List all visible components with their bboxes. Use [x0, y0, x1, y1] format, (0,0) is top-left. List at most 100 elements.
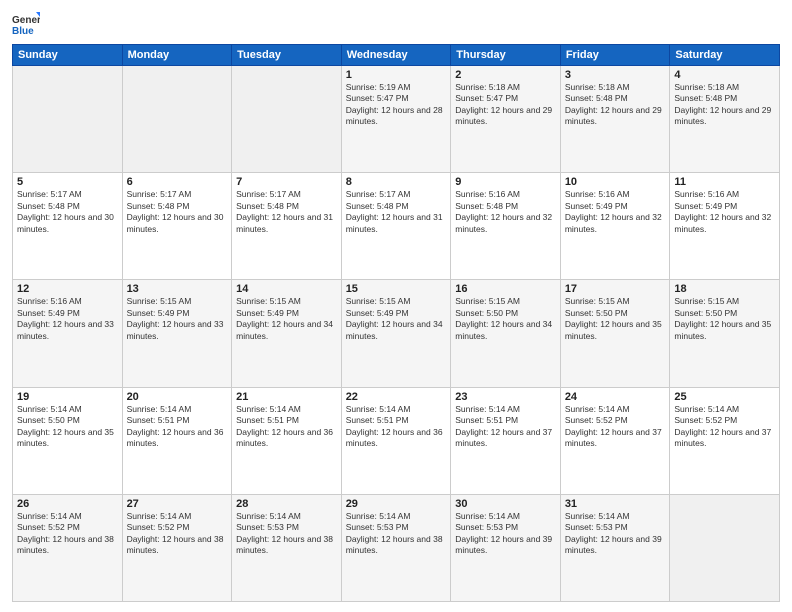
- day-info: Sunrise: 5:14 AM Sunset: 5:51 PM Dayligh…: [346, 404, 447, 450]
- day-cell: 20Sunrise: 5:14 AM Sunset: 5:51 PM Dayli…: [122, 387, 232, 494]
- day-info: Sunrise: 5:16 AM Sunset: 5:49 PM Dayligh…: [674, 189, 775, 235]
- day-number: 23: [455, 391, 556, 403]
- day-info: Sunrise: 5:17 AM Sunset: 5:48 PM Dayligh…: [17, 189, 118, 235]
- day-header-saturday: Saturday: [670, 45, 780, 66]
- day-number: 12: [17, 283, 118, 295]
- day-cell: 27Sunrise: 5:14 AM Sunset: 5:52 PM Dayli…: [122, 494, 232, 601]
- day-header-row: SundayMondayTuesdayWednesdayThursdayFrid…: [13, 45, 780, 66]
- day-info: Sunrise: 5:15 AM Sunset: 5:50 PM Dayligh…: [674, 296, 775, 342]
- calendar-table: SundayMondayTuesdayWednesdayThursdayFrid…: [12, 44, 780, 602]
- day-number: 3: [565, 69, 666, 81]
- day-info: Sunrise: 5:15 AM Sunset: 5:49 PM Dayligh…: [346, 296, 447, 342]
- day-info: Sunrise: 5:14 AM Sunset: 5:52 PM Dayligh…: [127, 511, 228, 557]
- day-cell: 4Sunrise: 5:18 AM Sunset: 5:48 PM Daylig…: [670, 66, 780, 173]
- day-cell: 8Sunrise: 5:17 AM Sunset: 5:48 PM Daylig…: [341, 173, 451, 280]
- day-cell: 30Sunrise: 5:14 AM Sunset: 5:53 PM Dayli…: [451, 494, 561, 601]
- week-row-1: 1Sunrise: 5:19 AM Sunset: 5:47 PM Daylig…: [13, 66, 780, 173]
- day-number: 18: [674, 283, 775, 295]
- week-row-4: 19Sunrise: 5:14 AM Sunset: 5:50 PM Dayli…: [13, 387, 780, 494]
- day-info: Sunrise: 5:14 AM Sunset: 5:50 PM Dayligh…: [17, 404, 118, 450]
- day-info: Sunrise: 5:14 AM Sunset: 5:52 PM Dayligh…: [674, 404, 775, 450]
- day-cell: 25Sunrise: 5:14 AM Sunset: 5:52 PM Dayli…: [670, 387, 780, 494]
- day-number: 31: [565, 498, 666, 510]
- day-info: Sunrise: 5:16 AM Sunset: 5:49 PM Dayligh…: [17, 296, 118, 342]
- day-number: 14: [236, 283, 337, 295]
- day-number: 7: [236, 176, 337, 188]
- day-number: 5: [17, 176, 118, 188]
- day-info: Sunrise: 5:16 AM Sunset: 5:48 PM Dayligh…: [455, 189, 556, 235]
- day-info: Sunrise: 5:14 AM Sunset: 5:51 PM Dayligh…: [127, 404, 228, 450]
- day-info: Sunrise: 5:14 AM Sunset: 5:53 PM Dayligh…: [565, 511, 666, 557]
- logo: General Blue: [12, 10, 40, 38]
- day-number: 29: [346, 498, 447, 510]
- logo-container: General Blue: [12, 10, 40, 38]
- day-header-tuesday: Tuesday: [232, 45, 342, 66]
- day-cell: 9Sunrise: 5:16 AM Sunset: 5:48 PM Daylig…: [451, 173, 561, 280]
- day-cell: 28Sunrise: 5:14 AM Sunset: 5:53 PM Dayli…: [232, 494, 342, 601]
- svg-text:General: General: [12, 15, 40, 26]
- day-info: Sunrise: 5:18 AM Sunset: 5:47 PM Dayligh…: [455, 82, 556, 128]
- day-cell: 3Sunrise: 5:18 AM Sunset: 5:48 PM Daylig…: [560, 66, 670, 173]
- day-info: Sunrise: 5:14 AM Sunset: 5:52 PM Dayligh…: [17, 511, 118, 557]
- day-cell: [232, 66, 342, 173]
- day-number: 27: [127, 498, 228, 510]
- day-number: 11: [674, 176, 775, 188]
- day-info: Sunrise: 5:15 AM Sunset: 5:49 PM Dayligh…: [236, 296, 337, 342]
- day-info: Sunrise: 5:14 AM Sunset: 5:52 PM Dayligh…: [565, 404, 666, 450]
- week-row-5: 26Sunrise: 5:14 AM Sunset: 5:52 PM Dayli…: [13, 494, 780, 601]
- logo-bird-icon: General Blue: [12, 10, 40, 38]
- day-number: 16: [455, 283, 556, 295]
- day-number: 17: [565, 283, 666, 295]
- day-info: Sunrise: 5:15 AM Sunset: 5:50 PM Dayligh…: [455, 296, 556, 342]
- day-number: 4: [674, 69, 775, 81]
- day-number: 26: [17, 498, 118, 510]
- day-cell: 26Sunrise: 5:14 AM Sunset: 5:52 PM Dayli…: [13, 494, 123, 601]
- day-cell: 24Sunrise: 5:14 AM Sunset: 5:52 PM Dayli…: [560, 387, 670, 494]
- day-info: Sunrise: 5:14 AM Sunset: 5:51 PM Dayligh…: [455, 404, 556, 450]
- day-cell: 6Sunrise: 5:17 AM Sunset: 5:48 PM Daylig…: [122, 173, 232, 280]
- day-cell: 14Sunrise: 5:15 AM Sunset: 5:49 PM Dayli…: [232, 280, 342, 387]
- day-number: 21: [236, 391, 337, 403]
- day-info: Sunrise: 5:17 AM Sunset: 5:48 PM Dayligh…: [346, 189, 447, 235]
- day-number: 1: [346, 69, 447, 81]
- day-cell: [122, 66, 232, 173]
- day-number: 13: [127, 283, 228, 295]
- day-header-wednesday: Wednesday: [341, 45, 451, 66]
- day-info: Sunrise: 5:15 AM Sunset: 5:49 PM Dayligh…: [127, 296, 228, 342]
- day-cell: 19Sunrise: 5:14 AM Sunset: 5:50 PM Dayli…: [13, 387, 123, 494]
- day-number: 30: [455, 498, 556, 510]
- day-cell: 31Sunrise: 5:14 AM Sunset: 5:53 PM Dayli…: [560, 494, 670, 601]
- day-cell: [670, 494, 780, 601]
- day-number: 6: [127, 176, 228, 188]
- day-info: Sunrise: 5:16 AM Sunset: 5:49 PM Dayligh…: [565, 189, 666, 235]
- day-header-sunday: Sunday: [13, 45, 123, 66]
- week-row-2: 5Sunrise: 5:17 AM Sunset: 5:48 PM Daylig…: [13, 173, 780, 280]
- day-cell: 16Sunrise: 5:15 AM Sunset: 5:50 PM Dayli…: [451, 280, 561, 387]
- day-cell: 21Sunrise: 5:14 AM Sunset: 5:51 PM Dayli…: [232, 387, 342, 494]
- week-row-3: 12Sunrise: 5:16 AM Sunset: 5:49 PM Dayli…: [13, 280, 780, 387]
- day-info: Sunrise: 5:18 AM Sunset: 5:48 PM Dayligh…: [565, 82, 666, 128]
- day-cell: [13, 66, 123, 173]
- day-info: Sunrise: 5:14 AM Sunset: 5:53 PM Dayligh…: [346, 511, 447, 557]
- day-info: Sunrise: 5:18 AM Sunset: 5:48 PM Dayligh…: [674, 82, 775, 128]
- day-cell: 11Sunrise: 5:16 AM Sunset: 5:49 PM Dayli…: [670, 173, 780, 280]
- day-number: 2: [455, 69, 556, 81]
- day-info: Sunrise: 5:14 AM Sunset: 5:51 PM Dayligh…: [236, 404, 337, 450]
- day-cell: 29Sunrise: 5:14 AM Sunset: 5:53 PM Dayli…: [341, 494, 451, 601]
- day-cell: 13Sunrise: 5:15 AM Sunset: 5:49 PM Dayli…: [122, 280, 232, 387]
- day-info: Sunrise: 5:17 AM Sunset: 5:48 PM Dayligh…: [236, 189, 337, 235]
- day-number: 10: [565, 176, 666, 188]
- day-number: 20: [127, 391, 228, 403]
- day-number: 15: [346, 283, 447, 295]
- calendar-page: General Blue SundayMondayTuesdayWednesda…: [0, 0, 792, 612]
- day-cell: 7Sunrise: 5:17 AM Sunset: 5:48 PM Daylig…: [232, 173, 342, 280]
- day-info: Sunrise: 5:15 AM Sunset: 5:50 PM Dayligh…: [565, 296, 666, 342]
- day-cell: 22Sunrise: 5:14 AM Sunset: 5:51 PM Dayli…: [341, 387, 451, 494]
- day-header-thursday: Thursday: [451, 45, 561, 66]
- svg-text:Blue: Blue: [12, 26, 34, 37]
- day-header-friday: Friday: [560, 45, 670, 66]
- day-info: Sunrise: 5:19 AM Sunset: 5:47 PM Dayligh…: [346, 82, 447, 128]
- day-cell: 15Sunrise: 5:15 AM Sunset: 5:49 PM Dayli…: [341, 280, 451, 387]
- day-number: 28: [236, 498, 337, 510]
- day-info: Sunrise: 5:14 AM Sunset: 5:53 PM Dayligh…: [455, 511, 556, 557]
